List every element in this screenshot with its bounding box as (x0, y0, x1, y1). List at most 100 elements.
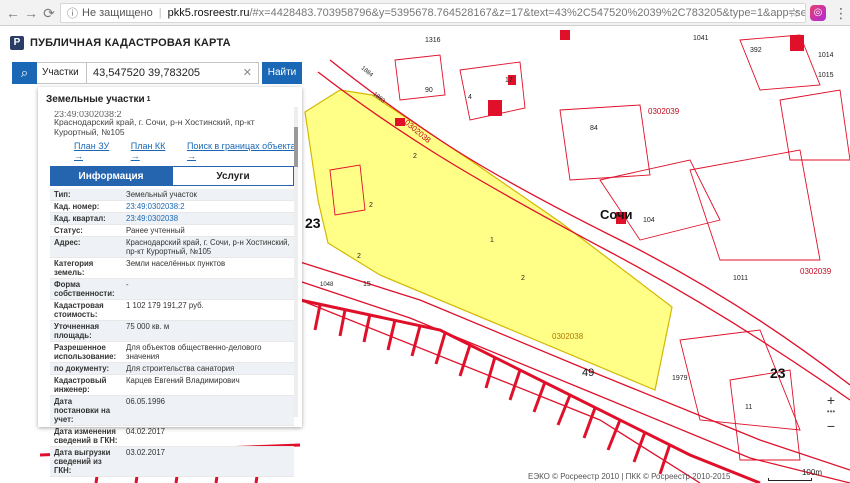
scale-label: 100m (801, 468, 822, 477)
info-row-key: Кад. квартал: (54, 214, 106, 223)
info-row-value: 1 102 179 191,27 руб. (126, 301, 204, 310)
info-row-key: Уточненная площадь: (54, 322, 100, 340)
browser-menu-icon[interactable]: ⋮ (834, 3, 848, 23)
url-host: pkk5.rosreestr.ru (167, 7, 250, 19)
info-row: Тип: Земельный участок (50, 189, 294, 201)
info-row: Дата выгрузки сведений из ГКН: 03.02.2017 (50, 447, 294, 477)
map-label: 17 (505, 77, 513, 84)
search-type-value: Участки (42, 67, 79, 78)
info-row-value: Для строительства санатория (126, 364, 235, 373)
panel-tabs: Информация Услуги (50, 166, 294, 186)
scale-bar: 100m (762, 468, 822, 481)
find-button[interactable]: Найти (262, 62, 302, 84)
zoom-in-button[interactable]: + (822, 392, 840, 408)
info-row: Форма собственности: - (50, 279, 294, 300)
scale-ruler (768, 478, 812, 481)
map-label: 1316 (425, 37, 441, 44)
map-label: 104 (643, 217, 655, 224)
info-row-key: Кадастровый инженер: (54, 376, 107, 394)
map-label: 1 (490, 237, 494, 244)
road-number-label: 23 (305, 215, 321, 231)
extension-icon[interactable]: ◎ (810, 5, 826, 21)
selected-parcel (304, 89, 673, 391)
map-label: 1011 (733, 275, 749, 282)
map-label: 4 (468, 94, 472, 101)
info-row-key: Адрес: (54, 238, 81, 247)
info-row: Разрешенное использование: Для объектов о… (50, 342, 294, 363)
info-row-value: Для объектов общественно-делового значен… (126, 343, 262, 361)
road-number-label: 49 (582, 367, 595, 379)
search-icon[interactable]: ⌕ (12, 62, 37, 84)
forward-icon[interactable]: → (22, 3, 40, 23)
panel-header: Земельные участки 1 (38, 87, 302, 111)
info-row: по документу: Для строительства санатория (50, 363, 294, 375)
info-row-value[interactable]: 23:49:0302038 (122, 213, 294, 224)
info-row-key: Дата постановки на учет: (54, 397, 111, 424)
reload-icon[interactable]: ⟳ (40, 3, 58, 23)
search-in-bounds-link[interactable]: Поиск в границах объекта → (187, 141, 302, 161)
info-row-key: по документу: (54, 364, 110, 373)
search-type-select[interactable]: Участки ▼ (37, 62, 87, 97)
info-table: Тип: Земельный участок Кад. номер: 23:49:03… (50, 189, 294, 477)
info-icon[interactable]: ⓘ (67, 5, 78, 21)
result-links: План ЗУ → План КК → Поиск в границах объ… (38, 137, 302, 161)
info-row-key: Дата изменения сведений в ГКН: (54, 427, 118, 445)
info-row: Кад. номер: 23:49:0302038:2 (50, 201, 294, 213)
zoom-level-dots[interactable]: ••• (822, 408, 840, 418)
city-label: Сочи (600, 207, 633, 222)
result-item[interactable]: 23:49:0302038:2 Краснодарский край, г. С… (38, 111, 302, 137)
plan-kk-link[interactable]: План КК → (131, 141, 175, 161)
info-row-key: Кадастровая стоимость: (54, 301, 104, 319)
tab-info[interactable]: Информация (50, 166, 172, 186)
map-label: 1041 (693, 35, 709, 42)
separator: | (158, 7, 162, 19)
url-path: /#x=4428483.703958796&y=5395678.76452816… (249, 7, 806, 19)
map-label: 1015 (818, 72, 834, 79)
info-row-value[interactable]: 23:49:0302038:2 (122, 201, 294, 212)
map-label: 1048 (320, 282, 334, 288)
map-label: 90 (425, 87, 433, 94)
panel-scrollbar[interactable] (294, 107, 298, 417)
map-label: 2 (357, 253, 361, 260)
info-row-key: Категория земель: (54, 259, 94, 277)
panel-title: Земельные участки (46, 93, 145, 105)
result-count: 1 (146, 95, 151, 103)
info-row-value: 06.05.1996 (126, 397, 166, 406)
info-row-value: 75 000 кв. м (126, 322, 170, 331)
info-row: Адрес: Краснодарский край, г. Сочи, р-н Х… (50, 237, 294, 258)
zoom-out-button[interactable]: − (822, 418, 840, 434)
info-row-value: 04.02.2017 (126, 427, 166, 436)
address-bar[interactable]: ⓘ Не защищено | pkk5.rosreestr.ru /#x=44… (60, 3, 806, 23)
info-row: Категория земель: Земли населённых пункто… (50, 258, 294, 279)
zoom-control: + ••• − (822, 392, 840, 434)
info-row: Кадастровая стоимость: 1 102 179 191,27 р… (50, 300, 294, 321)
info-row: Дата постановки на учет: 06.05.1996 (50, 396, 294, 426)
info-row: Уточненная площадь: 75 000 кв. м (50, 321, 294, 342)
info-row-value: 03.02.2017 (126, 448, 166, 457)
plan-zu-link[interactable]: План ЗУ → (74, 141, 119, 161)
map-label: 84 (590, 125, 598, 132)
bookmark-star-icon[interactable]: ☆ (788, 3, 804, 23)
info-row: Кадастровый инженер: Карцев Евгений Влади… (50, 375, 294, 396)
search-bar: ⌕ Участки ▼ 43,547520 39,783205 ✕ Найти (12, 62, 302, 97)
scrollbar-thumb[interactable] (294, 127, 298, 167)
search-input[interactable]: 43,547520 39,783205 ✕ (87, 62, 259, 84)
info-row-key: Статус: (54, 226, 83, 235)
app-brand[interactable]: P ПУБЛИЧНАЯ КАДАСТРОВАЯ КАРТА (10, 36, 231, 50)
info-row-value: - (126, 280, 129, 289)
map-label: 2 (369, 202, 373, 209)
map-label: 0302039 (800, 267, 832, 276)
security-label: Не защищено (82, 7, 153, 19)
back-icon[interactable]: ← (4, 3, 22, 23)
map-label: 392 (750, 47, 762, 54)
info-row-key: Дата выгрузки сведений из ГКН: (54, 448, 111, 475)
map-label: 1979 (672, 375, 688, 382)
clear-icon[interactable]: ✕ (243, 63, 252, 83)
info-row-value: Карцев Евгений Владимирович (126, 376, 240, 385)
tab-services[interactable]: Услуги (172, 166, 294, 186)
info-row: Дата изменения сведений в ГКН: 04.02.2017 (50, 426, 294, 447)
result-address: Краснодарский край, г. Сочи, р-н Хостинс… (54, 117, 255, 137)
rosreestr-logo-icon: P (10, 36, 24, 50)
info-row: Кад. квартал: 23:49:0302038 (50, 213, 294, 225)
info-row-key: Тип: (54, 190, 71, 199)
